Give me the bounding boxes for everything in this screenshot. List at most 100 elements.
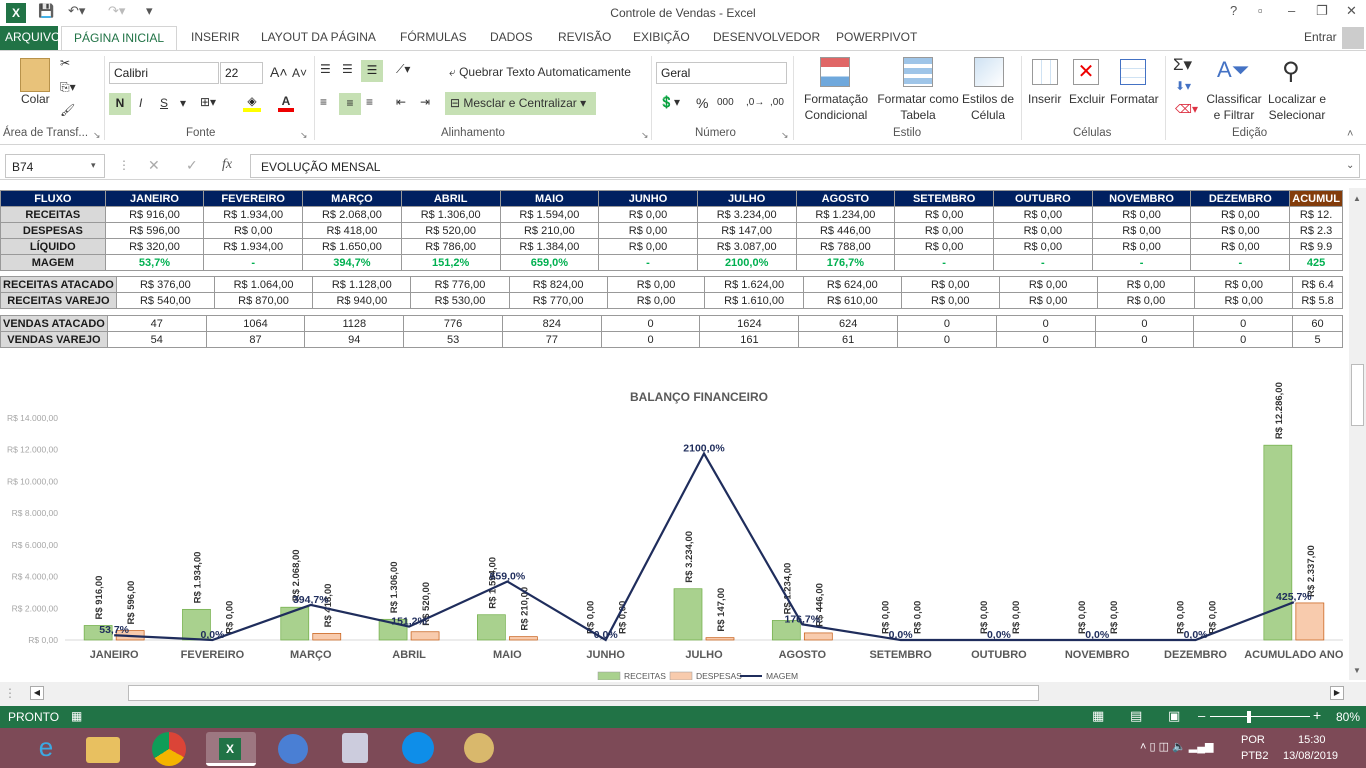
- data-cell[interactable]: R$ 0,00: [992, 222, 1093, 239]
- lang-1[interactable]: POR: [1241, 734, 1265, 746]
- data-cell[interactable]: -: [1091, 254, 1192, 271]
- paste-icon[interactable]: [20, 58, 50, 92]
- avatar[interactable]: [1342, 27, 1364, 49]
- tab-pagina-inicial[interactable]: PÁGINA INICIAL: [61, 26, 177, 51]
- enter-icon[interactable]: ✓: [186, 157, 198, 174]
- data-cell[interactable]: R$ 786,00: [400, 238, 501, 255]
- data-cell[interactable]: R$ 0,00: [894, 206, 994, 223]
- data-cell[interactable]: 60: [1292, 315, 1343, 332]
- data-cell[interactable]: 1064: [205, 315, 306, 332]
- data-cell[interactable]: -: [598, 254, 698, 271]
- align-right-icon[interactable]: ≡: [366, 95, 373, 109]
- data-cell[interactable]: R$ 776,00: [410, 276, 510, 293]
- data-cell[interactable]: R$ 1.064,00: [213, 276, 314, 293]
- data-cell[interactable]: 1624: [699, 315, 800, 332]
- tab-formulas[interactable]: FÓRMULAS: [400, 30, 467, 44]
- format-cells-icon[interactable]: [1120, 59, 1146, 85]
- data-cell[interactable]: R$ 1.306,00: [400, 206, 501, 223]
- align-middle-icon[interactable]: ☰: [342, 62, 353, 76]
- data-cell[interactable]: 1128: [304, 315, 405, 332]
- comma-style-icon[interactable]: 000: [717, 97, 734, 108]
- expand-formula-icon[interactable]: ⌄: [1346, 160, 1354, 171]
- zoom-slider-thumb[interactable]: [1247, 711, 1251, 723]
- data-cell[interactable]: R$ 1.384,00: [499, 238, 600, 255]
- shrink-font-icon[interactable]: A˅: [292, 66, 307, 80]
- binoculars-icon[interactable]: ⚲: [1282, 57, 1300, 86]
- data-cell[interactable]: R$ 0,00: [1091, 206, 1192, 223]
- insert-function-icon[interactable]: fx: [222, 157, 232, 173]
- data-cell[interactable]: 0: [897, 315, 997, 332]
- page-layout-view-icon[interactable]: ▤: [1130, 708, 1142, 724]
- data-cell[interactable]: JULHO: [696, 190, 797, 207]
- data-cell[interactable]: R$ 788,00: [795, 238, 896, 255]
- worksheet[interactable]: FLUXO JANEIRO FEVEREIRO MARÇO ABRIL MAIO JUNHO…: [0, 188, 1343, 680]
- data-cell[interactable]: 659,0%: [499, 254, 600, 271]
- font-color-icon[interactable]: A: [278, 94, 294, 112]
- page-break-view-icon[interactable]: ▣: [1168, 708, 1180, 724]
- data-cell[interactable]: R$ 0,00: [992, 206, 1093, 223]
- data-cell[interactable]: 425: [1289, 254, 1343, 271]
- cell-styles-button[interactable]: Estilos de Célula: [962, 92, 1014, 122]
- collapse-ribbon-icon[interactable]: ˄: [1347, 128, 1353, 140]
- data-cell[interactable]: FEVEREIRO: [203, 190, 304, 207]
- data-cell[interactable]: 0: [600, 315, 701, 332]
- data-cell[interactable]: 53,7%: [104, 254, 205, 271]
- horizontal-scroll-thumb[interactable]: [128, 685, 1039, 701]
- vertical-scroll-thumb[interactable]: [1351, 364, 1364, 426]
- autosum-icon[interactable]: Σ▾: [1173, 55, 1192, 75]
- data-cell[interactable]: R$ 0,00: [900, 292, 1000, 309]
- tab-inserir[interactable]: INSERIR: [191, 30, 240, 44]
- zoom-level[interactable]: 80%: [1336, 710, 1360, 724]
- dialog-launcher-icon[interactable]: ↘: [781, 130, 789, 141]
- tab-exibicao[interactable]: EXIBIÇÃO: [633, 30, 690, 44]
- data-cell[interactable]: ACUMUL: [1289, 190, 1343, 207]
- delete-cells-button[interactable]: Excluir: [1069, 92, 1105, 106]
- data-cell[interactable]: 624: [798, 315, 899, 332]
- ie-icon[interactable]: e: [24, 732, 68, 766]
- row-label-cell[interactable]: LÍQUIDO: [0, 238, 106, 255]
- row-label-cell[interactable]: MAGEM: [0, 254, 106, 271]
- scroll-left-icon[interactable]: ◀: [30, 686, 44, 700]
- cancel-icon[interactable]: ✕: [148, 157, 160, 174]
- data-cell[interactable]: R$ 0,00: [900, 276, 1000, 293]
- data-cell[interactable]: 151,2%: [400, 254, 501, 271]
- data-cell[interactable]: R$ 0,00: [1190, 222, 1291, 239]
- copy-icon[interactable]: ⎘▾: [60, 80, 76, 95]
- data-cell[interactable]: R$ 376,00: [115, 276, 215, 293]
- data-cell[interactable]: R$ 12.: [1289, 206, 1343, 223]
- find-select-button[interactable]: Localizar e Selecionar: [1266, 92, 1328, 122]
- sort-filter-icon[interactable]: A⏷: [1217, 57, 1249, 83]
- data-cell[interactable]: R$ 3.087,00: [696, 238, 797, 255]
- data-cell[interactable]: R$ 624,00: [802, 276, 902, 293]
- chrome-icon[interactable]: [152, 732, 186, 766]
- data-cell[interactable]: -: [203, 254, 304, 271]
- cell-styles-icon[interactable]: [974, 57, 1004, 87]
- clock-date[interactable]: 13/08/2019: [1283, 750, 1338, 762]
- data-cell[interactable]: -: [992, 254, 1093, 271]
- data-cell[interactable]: MARÇO: [302, 190, 402, 207]
- data-cell[interactable]: R$ 0,00: [998, 276, 1098, 293]
- align-left-icon[interactable]: ≡: [320, 95, 327, 109]
- data-cell[interactable]: R$ 2.3: [1289, 222, 1343, 239]
- borders-icon[interactable]: ⊞▾: [200, 95, 216, 109]
- insert-cells-icon[interactable]: [1032, 59, 1058, 85]
- data-cell[interactable]: R$ 1.610,00: [704, 292, 804, 309]
- calculator-icon[interactable]: [342, 733, 368, 763]
- data-cell[interactable]: R$ 418,00: [302, 222, 402, 239]
- grow-font-icon[interactable]: A˄: [270, 64, 288, 80]
- data-cell[interactable]: R$ 1.650,00: [302, 238, 402, 255]
- data-cell[interactable]: R$ 0,00: [998, 292, 1098, 309]
- insert-cells-button[interactable]: Inserir: [1028, 92, 1061, 106]
- data-cell[interactable]: R$ 916,00: [104, 206, 205, 223]
- data-cell[interactable]: R$ 0,00: [1096, 292, 1196, 309]
- data-cell[interactable]: R$ 610,00: [802, 292, 902, 309]
- vertical-scrollbar[interactable]: ▲ ▼: [1349, 188, 1366, 680]
- decrease-decimal-icon[interactable]: ,00: [770, 97, 784, 108]
- data-cell[interactable]: R$ 147,00: [696, 222, 797, 239]
- increase-decimal-icon[interactable]: ,0→: [746, 97, 764, 108]
- dialog-launcher-icon[interactable]: ↘: [93, 130, 101, 141]
- data-cell[interactable]: R$ 540,00: [115, 292, 215, 309]
- data-cell[interactable]: ABRIL: [400, 190, 501, 207]
- data-cell[interactable]: R$ 1.934,00: [203, 238, 304, 255]
- scroll-down-icon[interactable]: ▼: [1353, 666, 1361, 675]
